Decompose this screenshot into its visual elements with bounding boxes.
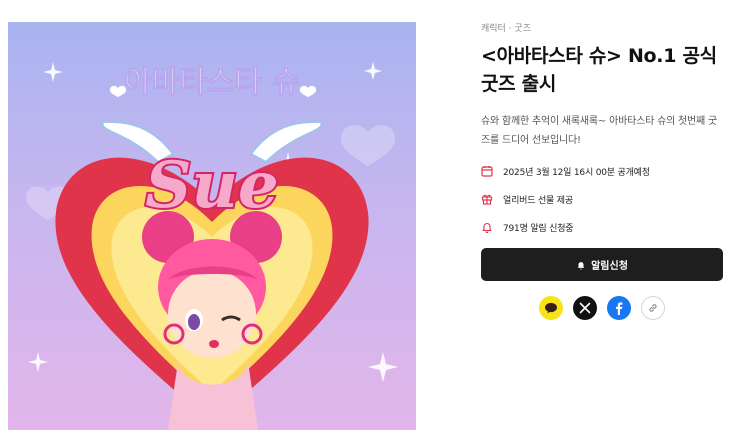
share-x-button[interactable] (573, 296, 597, 320)
calendar-icon (481, 166, 493, 177)
description-line2: 즈를 드디어 선보입니다! (481, 135, 581, 146)
info-early-bird: 얼리버드 선물 제공 (481, 192, 723, 206)
release-date-text: 2025년 3월 12일 16시 00분 공개예정 (503, 167, 650, 178)
breadcrumb[interactable]: 캐릭터 · 굿즈 (481, 22, 723, 36)
info-list: 2025년 3월 12일 16시 00분 공개예정 얼리버드 선물 제공 791… (481, 164, 723, 234)
page-title: <아바타스타 슈> No.1 공식 굿즈 출시 (481, 42, 723, 98)
gift-icon (481, 194, 493, 205)
info-release-date: 2025년 3월 12일 16시 00분 공개예정 (481, 164, 723, 178)
subscriber-count-text: 791명 알림 신청중 (503, 223, 574, 234)
product-hero-image: 아바타스타 슈 Sue (8, 22, 416, 430)
notify-button[interactable]: 알림신청 (481, 248, 723, 281)
share-kakaotalk-button[interactable] (539, 296, 563, 320)
early-bird-text: 얼리버드 선물 제공 (503, 195, 573, 206)
link-icon (649, 304, 657, 312)
notify-button-label: 알림신청 (591, 261, 628, 272)
kakaotalk-icon (545, 302, 557, 314)
hero-korean-title: 아바타스타 슈 (124, 65, 300, 100)
share-buttons (481, 296, 723, 320)
facebook-icon (616, 302, 623, 315)
product-info-panel: 캐릭터 · 굿즈 <아바타스타 슈> No.1 공식 굿즈 출시 슈와 함께한 … (481, 22, 723, 320)
bell-icon (482, 223, 492, 233)
info-subscribers: 791명 알림 신청중 (481, 220, 723, 234)
share-facebook-button[interactable] (607, 296, 631, 320)
product-description: 슈와 함께한 추억이 새록새록~ 아바타스타 슈의 첫번째 굿 즈를 드디어 선… (481, 112, 723, 150)
page-title-line1: <아바타스타 슈> No.1 공식 (481, 45, 717, 67)
description-line1: 슈와 함께한 추억이 새록새록~ 아바타스타 슈의 첫번째 굿 (481, 116, 718, 127)
bell-icon (577, 261, 585, 270)
x-icon (579, 302, 591, 314)
avatar-star-sue-illustration: 아바타스타 슈 Sue (26, 62, 398, 430)
copy-link-button[interactable] (641, 296, 665, 320)
page-title-line2: 굿즈 출시 (481, 73, 557, 95)
